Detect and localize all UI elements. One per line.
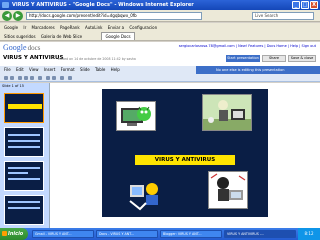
slide-count: Slide 1 of 15 [2,84,24,88]
redo-icon[interactable] [10,76,14,80]
taskbar-item-ie[interactable]: VIRUS Y ANTIVIRUS -... [224,230,296,238]
ie-icon [2,2,9,8]
menu-edit[interactable]: Edit [16,67,24,72]
user-computer-image[interactable] [202,94,252,131]
share-button[interactable]: Share [262,55,286,62]
toolbar-item-config[interactable]: Configuracion [129,23,157,32]
user-links[interactable]: sergiocarlosrosa.78@gmail.com | New! Fea… [179,44,316,48]
cartoon-antivirus-image[interactable] [126,175,164,211]
menu-insert[interactable]: Insert [44,67,55,72]
computer-virus-image[interactable] [116,101,156,131]
system-clock: 8:12 [298,228,320,240]
close-button[interactable]: X [310,1,318,9]
tab-google-docs[interactable]: Google Docs [101,32,135,40]
favorites-galeria[interactable]: Galeria de Web Slice [41,32,82,40]
undo-icon[interactable] [4,76,8,80]
menu-file[interactable]: File [4,67,11,72]
docs-header: Googledocs sergiocarlosrosa.78@gmail.com… [0,42,320,66]
menu-view[interactable]: View [29,67,39,72]
url-field[interactable]: http://docs.google.com/present/edit?id=d… [26,12,202,20]
back-icon[interactable]: ◀ [2,11,12,21]
font-color-icon[interactable] [38,76,42,80]
taskbar-item-blogger[interactable]: Blogger: VIRUS Y ANT... [160,230,222,238]
start-button[interactable]: Inicio [0,228,28,240]
favorites-sitios[interactable]: Sitios sugeridos [4,32,36,40]
slides-panel: Slide 1 of 15 [0,83,50,228]
slide-thumbnail[interactable] [4,161,44,191]
maximize-button[interactable]: □ [301,1,309,9]
minimize-button[interactable]: _ [292,1,300,9]
favorites-bar: Sitios sugeridos Galeria de Web Slice Go… [0,32,320,41]
italic-icon[interactable] [24,76,28,80]
slide-thumbnail[interactable] [4,195,44,225]
slide-thumbnail[interactable] [4,127,44,157]
menu-format[interactable]: Format [61,67,75,72]
align-icon[interactable] [60,76,64,80]
underline-icon[interactable] [30,76,34,80]
toolbar-item-enviar[interactable]: Enviar a [108,23,124,32]
slide-canvas[interactable]: VIRUS Y ANTIVIRUS [50,83,320,228]
doc-title[interactable]: VIRUS Y ANTIVIRUS [3,55,63,61]
google-docs-logo[interactable]: Googledocs [3,43,40,52]
window-titlebar: VIRUS Y ANTIVIRUS - "Google Docs" - Wind… [0,0,320,10]
forward-icon[interactable]: ▶ [13,11,23,21]
slide-thumbnail[interactable] [4,93,44,123]
hacker-image[interactable] [208,171,248,209]
bullet-list-icon[interactable] [46,76,50,80]
toolbar-item-pagerank[interactable]: PageRank [60,23,80,32]
google-toolbar: Google Ir Marcadores PageRank AutoLink E… [0,23,320,32]
numbered-list-icon[interactable] [52,76,56,80]
collaborators-status: No one else is editing this presentation [196,66,320,74]
slide-title[interactable]: VIRUS Y ANTIVIRUS [135,155,235,165]
logo-text: Google [3,43,27,52]
thumb-title-bar [8,104,42,109]
start-presentation-button[interactable]: Start presentation [226,55,260,62]
start-label: Inicio [8,231,24,237]
taskbar-item-docs[interactable]: Docs - VIRUS Y ANT... [96,230,158,238]
window-title: VIRUS Y ANTIVIRUS - "Google Docs" - Wind… [12,2,194,8]
taskbar: Inicio Gmail - VIRUS Y ANT... Docs - VIR… [0,228,320,240]
logo-suffix: docs [27,44,41,52]
menu-table[interactable]: Table [95,67,105,72]
toolbar-item-ir[interactable]: Ir [23,23,26,32]
toolbar-item-google[interactable]: Google [4,23,18,32]
taskbar-item-gmail[interactable]: Gmail - VIRUS Y ANT... [32,230,94,238]
menu-help[interactable]: Help [111,67,120,72]
menu-bar: File Edit View Insert Format Slide Table… [0,66,196,74]
menu-slide[interactable]: Slide [80,67,90,72]
address-bar: ◀ ▶ http://docs.google.com/present/edit?… [0,10,320,22]
current-slide[interactable]: VIRUS Y ANTIVIRUS [102,89,268,217]
editor-toolbar [0,74,320,82]
bold-icon[interactable] [18,76,22,80]
save-close-button[interactable]: Save & close [288,55,316,62]
toolbar-item-autolink[interactable]: AutoLink [85,23,102,32]
toolbar-item-marcadores[interactable]: Marcadores [32,23,55,32]
insert-image-icon[interactable] [68,76,72,80]
search-input[interactable]: Live Search [252,12,314,20]
windows-logo-icon [2,231,7,236]
doc-subtitle: edited on 14 de octubre de 2008 11:42 by… [58,57,136,61]
